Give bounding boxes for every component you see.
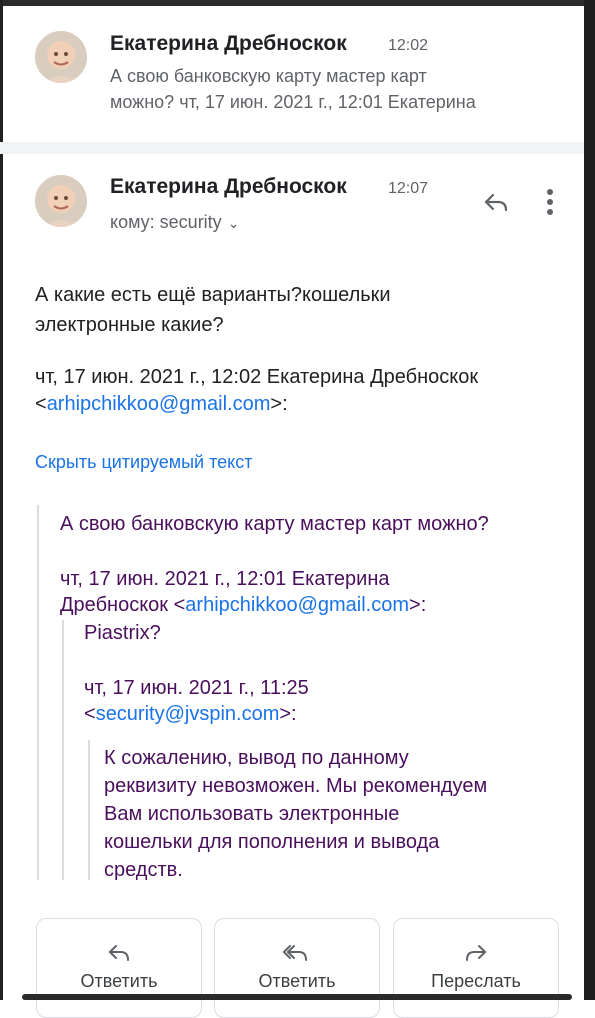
quoted-attribution-name: Дребноскок [60,594,169,616]
quoted-attribution-2-email: <security@jvspin.com>: [84,703,297,725]
avatar[interactable] [35,175,87,227]
hide-quoted-text-link[interactable]: Скрыть цитируемый текст [35,452,252,473]
quoted-message-1: А свою банковскую карту мастер карт можн… [60,513,489,535]
message-time: 12:07 [388,180,429,197]
recipient-label: кому: security [110,212,222,232]
chevron-down-icon: ⌄ [227,215,240,231]
quoted-attribution-1: чт, 17 июн. 2021 г., 12:01 Екатерина [60,568,390,590]
forward-icon [394,943,558,968]
quoted-message-3-line-1: К сожалению, вывод по данному [104,747,409,769]
quoted-message-3-line-2: реквизиту невозможен. Мы рекомендуем [104,775,488,797]
quoted-message-3-line-5: средств. [104,859,183,881]
reply-all-icon [215,943,379,968]
email-link[interactable]: security@jvspin.com [96,703,280,725]
avatar [35,31,87,83]
quoted-message-3-line-4: кошельки для пополнения и вывода [104,831,440,853]
sender-name: Екатерина Дребноскок [110,175,347,198]
email-link[interactable]: arhipchikkoo@gmail.com [47,393,271,415]
reply-icon [484,193,508,212]
message-body-line-1: А какие есть ещё варианты?кошельки [35,284,391,306]
avatar-photo-icon [35,31,87,83]
email-link[interactable]: arhipchikkoo@gmail.com [185,594,409,616]
quoted-attribution-1-name-email: Дребноскок <arhipchikkoo@gmail.com>: [60,594,427,616]
quoted-message-2: Piastrix? [84,622,161,644]
reply-icon [37,943,201,968]
reply-attribution-email-line: <arhipchikkoo@gmail.com>: [35,393,288,415]
message-snippet-line-2: можно? чт, 17 июн. 2021 г., 12:01 Екатер… [110,92,476,112]
message-body-line-2: электронные какие? [35,314,224,336]
forward-action-label: Переслать [431,971,521,991]
collapsed-message[interactable]: Екатерина Дребноскок 12:02 А свою банков… [0,0,584,142]
reply-all-action-button[interactable]: Ответить [214,918,380,1018]
forward-action-button[interactable]: Переслать [393,918,559,1018]
more-options-button[interactable] [538,184,562,220]
recipient-details-toggle[interactable]: кому: security ⌄ [110,212,239,233]
reply-all-action-label: Ответить [258,971,336,991]
sender-name: Екатерина Дребноскок [110,32,347,55]
reply-button[interactable] [478,186,514,218]
reply-action-label: Ответить [80,971,158,991]
right-edge [584,0,595,1000]
quoted-attribution-2: чт, 17 июн. 2021 г., 11:25 [84,677,309,699]
message-divider [0,142,584,154]
reply-action-button[interactable]: Ответить [36,918,202,1018]
navigation-bar [22,994,572,1000]
more-vertical-icon [547,189,553,215]
message-snippet-line-1: А свою банковскую карту мастер карт [110,66,427,86]
quoted-message-3-line-3: Вам использовать электронные [104,803,400,825]
message-time: 12:02 [388,37,429,54]
avatar-photo-icon [35,175,87,227]
